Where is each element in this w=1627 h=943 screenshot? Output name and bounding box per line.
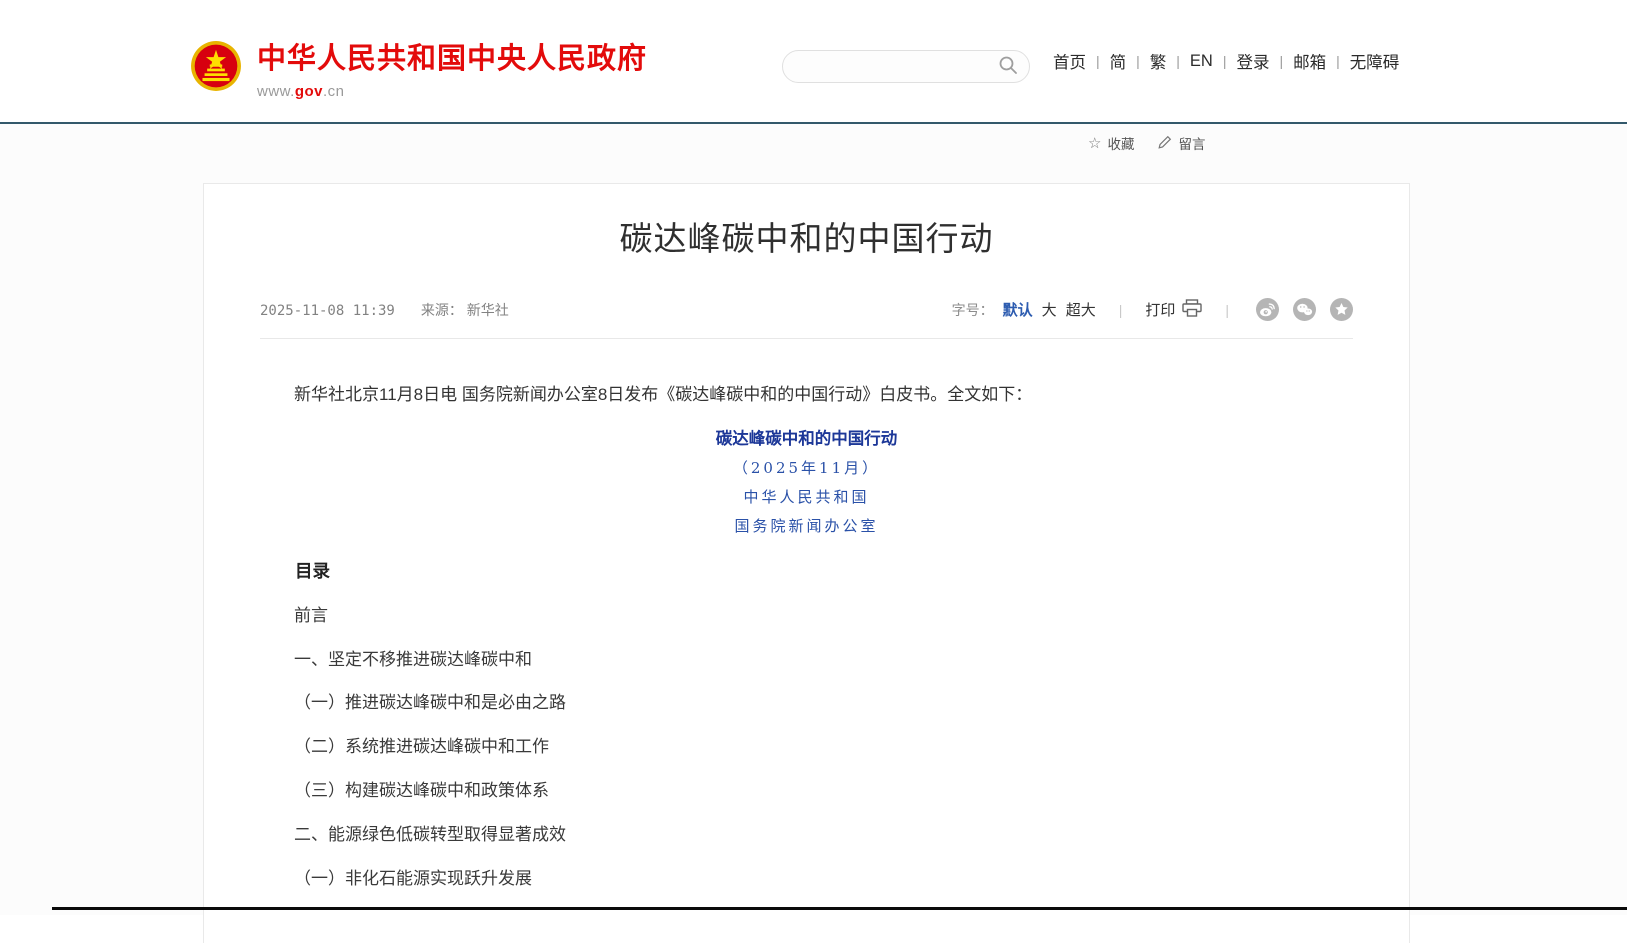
nav-english[interactable]: EN bbox=[1180, 52, 1223, 71]
printer-icon bbox=[1182, 299, 1202, 321]
nav-accessibility[interactable]: 无障碍 bbox=[1340, 49, 1410, 73]
search-button[interactable] bbox=[995, 51, 1029, 82]
print-label: 打印 bbox=[1145, 299, 1175, 320]
star-share-button[interactable] bbox=[1330, 298, 1353, 321]
font-size-label: 字号： bbox=[952, 300, 994, 320]
print-button[interactable]: 打印 bbox=[1145, 299, 1202, 321]
source-label: 来源： bbox=[421, 302, 463, 318]
main-content: ☆ 收藏 留言 碳达峰碳中和的中国行动 2025-11-08 11:39 来源：… bbox=[0, 124, 1627, 915]
share-icons bbox=[1256, 298, 1353, 321]
font-size-large-button[interactable]: 大 bbox=[1042, 299, 1057, 320]
toc-heading: 目录 bbox=[260, 562, 1353, 580]
wechat-share-button[interactable] bbox=[1293, 298, 1316, 321]
toc-item: （二）系统推进碳达峰碳中和工作 bbox=[260, 738, 1353, 756]
toolbar-separator: | bbox=[1105, 302, 1137, 318]
article-meta-row: 2025-11-08 11:39 来源： 新华社 字号： 默认 大 超大 | 打… bbox=[260, 298, 1353, 322]
nav-traditional[interactable]: 繁 bbox=[1140, 49, 1177, 73]
article-title: 碳达峰碳中和的中国行动 bbox=[260, 220, 1353, 258]
toolbar-separator: | bbox=[1211, 302, 1243, 318]
whitepaper-org-line2: 国务院新闻办公室 bbox=[260, 519, 1353, 535]
toc-item: （三）构建碳达峰碳中和政策体系 bbox=[260, 782, 1353, 800]
intro-paragraph: 新华社北京11月8日电 国务院新闻办公室8日发布《碳达峰碳中和的中国行动》白皮书… bbox=[260, 386, 1353, 404]
search-box bbox=[782, 50, 1030, 83]
font-size-xlarge-button[interactable]: 超大 bbox=[1066, 299, 1096, 320]
site-title: 中华人民共和国中央人民政府 bbox=[257, 44, 647, 76]
nav-login[interactable]: 登录 bbox=[1226, 49, 1279, 73]
national-emblem-icon bbox=[190, 40, 242, 92]
search-icon bbox=[998, 55, 1018, 78]
site-url-prefix: www. bbox=[257, 83, 295, 100]
favorite-button[interactable]: ☆ 收藏 bbox=[1088, 133, 1134, 153]
article-container: 碳达峰碳中和的中国行动 2025-11-08 11:39 来源： 新华社 字号：… bbox=[203, 183, 1410, 943]
site-header: 中华人民共和国中央人民政府 www.gov.cn 首页 | 简 | 繁 | EN… bbox=[0, 0, 1627, 122]
toc-item: （一）非化石能源实现跃升发展 bbox=[260, 870, 1353, 888]
star-outline-icon: ☆ bbox=[1088, 136, 1101, 151]
favorite-label: 收藏 bbox=[1107, 133, 1134, 153]
source-value: 新华社 bbox=[467, 302, 509, 318]
site-url-suffix: .cn bbox=[323, 83, 345, 100]
bottom-border-line bbox=[52, 907, 1627, 910]
search-input[interactable] bbox=[783, 51, 995, 82]
whitepaper-date: （2025年11月） bbox=[260, 461, 1353, 477]
nav-simplified[interactable]: 简 bbox=[1100, 49, 1137, 73]
toc-item: 前言 bbox=[260, 607, 1353, 625]
nav-mail[interactable]: 邮箱 bbox=[1283, 49, 1336, 73]
font-size-default-button[interactable]: 默认 bbox=[1003, 299, 1033, 320]
site-logo-link[interactable]: 中华人民共和国中央人民政府 www.gov.cn bbox=[190, 40, 647, 100]
weibo-share-button[interactable] bbox=[1256, 298, 1279, 321]
site-url: www.gov.cn bbox=[257, 83, 647, 100]
comment-label: 留言 bbox=[1178, 133, 1205, 153]
comment-button[interactable]: 留言 bbox=[1158, 133, 1205, 153]
page-actions: ☆ 收藏 留言 bbox=[1088, 133, 1205, 153]
publish-date: 2025-11-08 11:39 bbox=[260, 303, 395, 319]
toc-item: 二、能源绿色低碳转型取得显著成效 bbox=[260, 826, 1353, 844]
meta-divider-line bbox=[260, 338, 1353, 339]
brand-text: 中华人民共和国中央人民政府 www.gov.cn bbox=[257, 40, 647, 100]
article-source: 来源： 新华社 bbox=[421, 300, 509, 320]
article-body: 新华社北京11月8日电 国务院新闻办公室8日发布《碳达峰碳中和的中国行动》白皮书… bbox=[260, 386, 1353, 888]
nav-home[interactable]: 首页 bbox=[1043, 49, 1096, 73]
article-meta-left: 2025-11-08 11:39 来源： 新华社 bbox=[260, 300, 509, 320]
whitepaper-title: 碳达峰碳中和的中国行动 bbox=[260, 431, 1353, 448]
toc-item: （一）推进碳达峰碳中和是必由之路 bbox=[260, 694, 1353, 712]
top-nav: 首页 | 简 | 繁 | EN | 登录 | 邮箱 | 无障碍 bbox=[1043, 0, 1409, 122]
whitepaper-org-line1: 中华人民共和国 bbox=[260, 490, 1353, 506]
article-toolbar: 字号： 默认 大 超大 | 打印 | bbox=[952, 298, 1353, 321]
pencil-icon bbox=[1158, 135, 1172, 152]
site-url-gov: gov bbox=[295, 83, 323, 100]
toc-item: 一、坚定不移推进碳达峰碳中和 bbox=[260, 651, 1353, 669]
